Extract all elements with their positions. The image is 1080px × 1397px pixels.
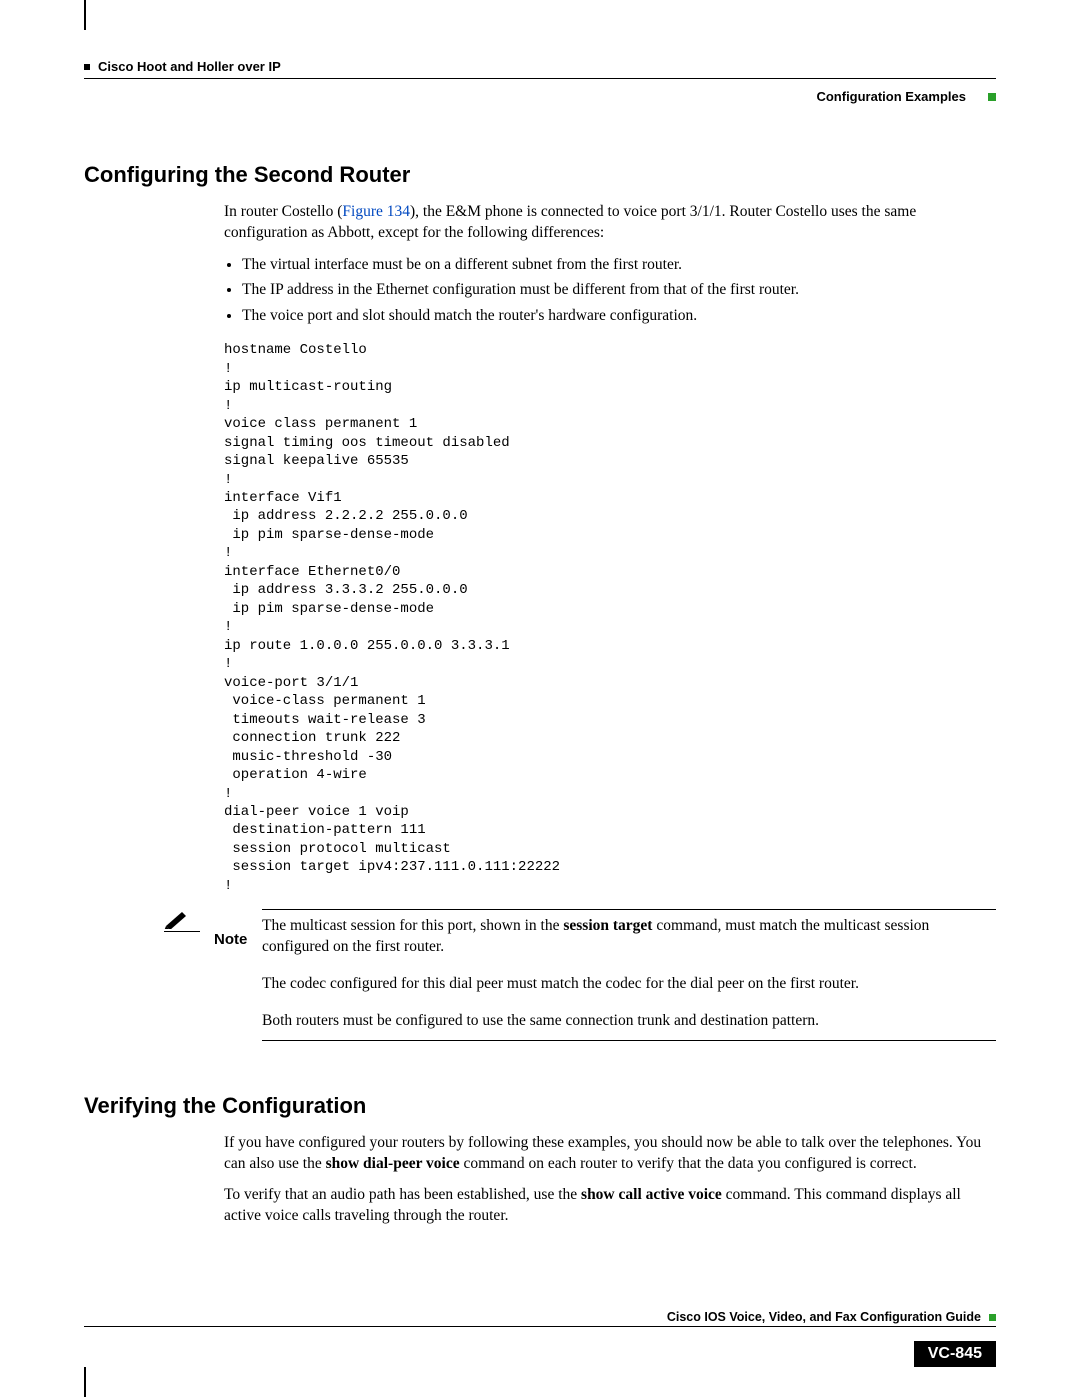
verify-paragraph-2: To verify that an audio path has been es… (224, 1185, 996, 1227)
crop-mark (84, 1367, 86, 1397)
footer-rule (84, 1326, 996, 1327)
header-rule (84, 78, 996, 79)
footer-accent-icon (989, 1314, 996, 1321)
bullet-item: The virtual interface must be on a diffe… (242, 254, 996, 276)
verify-paragraph-1: If you have configured your routers by f… (224, 1133, 996, 1175)
page-footer: Cisco IOS Voice, Video, and Fax Configur… (84, 1308, 996, 1367)
note-block: Note The multicast session for this port… (164, 909, 996, 1047)
bullet-item: The IP address in the Ethernet configura… (242, 279, 996, 301)
note-pencil-icon (164, 909, 214, 932)
bold-show-dial-peer-voice: show dial-peer voice (326, 1155, 460, 1172)
chapter-title-text: Cisco Hoot and Holler over IP (98, 59, 281, 74)
section-title: Configuration Examples (84, 89, 996, 104)
bold-session-target: session target (563, 917, 652, 934)
heading-verifying-configuration: Verifying the Configuration (84, 1093, 996, 1119)
section-title-text: Configuration Examples (816, 89, 966, 104)
crop-mark (84, 0, 86, 30)
note-paragraph-2: The codec configured for this dial peer … (262, 974, 996, 995)
note-rule-top (262, 909, 996, 910)
page-number: VC-845 (914, 1341, 996, 1367)
note-rule-bottom (262, 1040, 996, 1041)
chapter-title: Cisco Hoot and Holler over IP (84, 59, 281, 74)
note-label: Note (214, 909, 262, 948)
intro-before: In router Costello ( (224, 203, 342, 220)
bold-show-call-active-voice: show call active voice (581, 1186, 722, 1203)
header-bullet-icon (84, 64, 90, 70)
note-paragraph-3: Both routers must be configured to use t… (262, 1011, 996, 1032)
figure-link[interactable]: Figure 134 (342, 203, 410, 220)
intro-paragraph: In router Costello (Figure 134), the E&M… (224, 202, 996, 244)
footer-guide-title: Cisco IOS Voice, Video, and Fax Configur… (667, 1310, 981, 1324)
heading-configuring-second-router: Configuring the Second Router (84, 162, 996, 188)
bullet-item: The voice port and slot should match the… (242, 305, 996, 327)
config-code-block: hostname Costello ! ip multicast-routing… (224, 341, 996, 895)
header-accent-icon (988, 93, 996, 101)
note-paragraph-1: The multicast session for this port, sho… (262, 916, 996, 958)
page-header: Cisco Hoot and Holler over IP (84, 34, 996, 74)
diff-bullet-list: The virtual interface must be on a diffe… (224, 254, 996, 327)
